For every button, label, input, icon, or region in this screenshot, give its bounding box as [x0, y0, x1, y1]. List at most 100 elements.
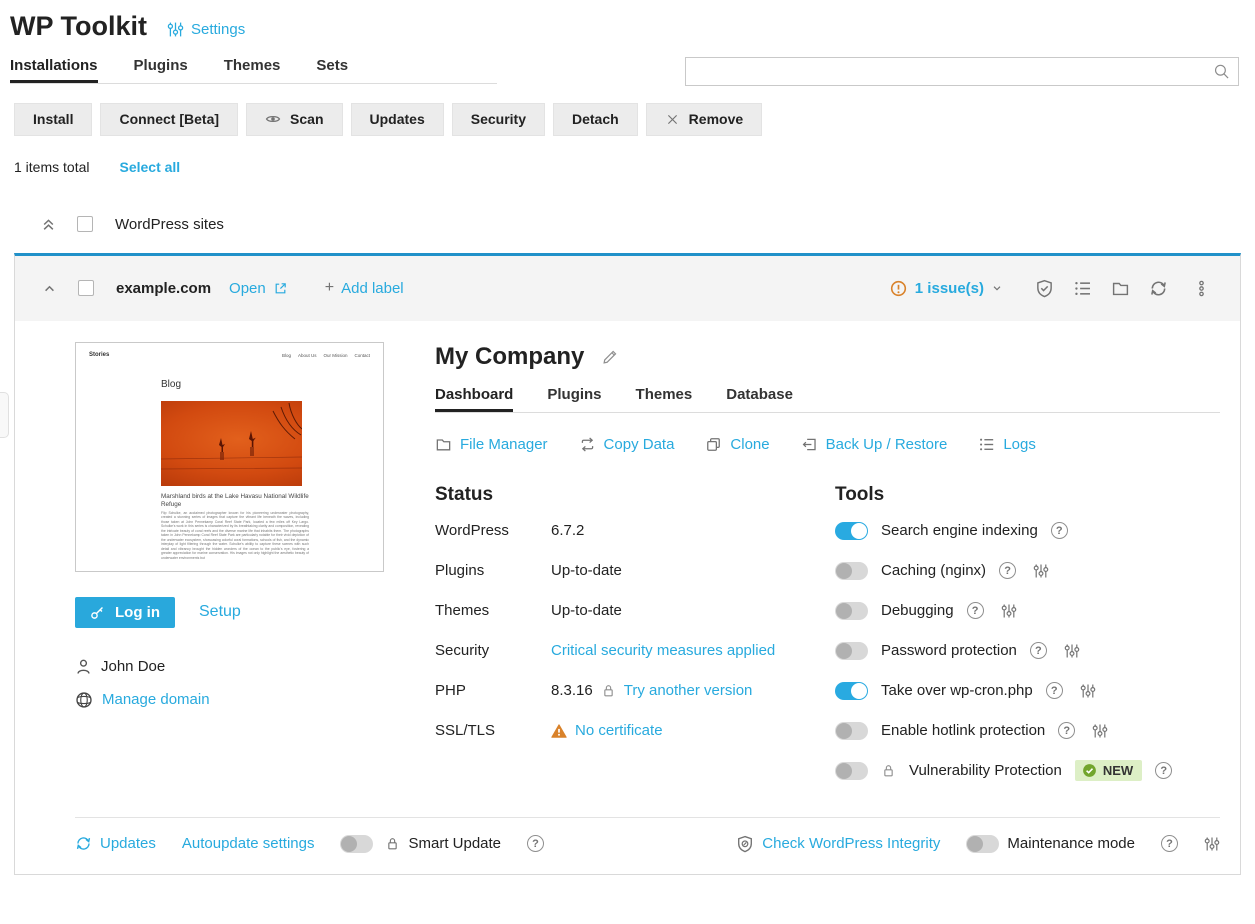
search-icon[interactable]	[1213, 63, 1230, 80]
tools-heading: Tools	[835, 484, 1220, 506]
site-card-body: Stories Blog About Us Our Mission Contac…	[15, 321, 1240, 791]
site-preview[interactable]: Stories Blog About Us Our Mission Contac…	[75, 342, 384, 572]
list-icon	[1073, 279, 1092, 298]
connect-button[interactable]: Connect [Beta]	[100, 103, 238, 136]
items-count: 1 items total	[14, 159, 89, 175]
sidebar-collapse-handle[interactable]	[0, 392, 9, 438]
status-row-php: PHP 8.3.16 Try another version	[435, 671, 835, 711]
tab-plugins[interactable]: Plugins	[134, 57, 188, 83]
tab-site-database[interactable]: Database	[726, 386, 793, 412]
edit-title-icon[interactable]	[601, 348, 619, 366]
check-circle-icon	[1082, 763, 1097, 778]
tab-site-plugins[interactable]: Plugins	[547, 386, 601, 412]
tab-installations[interactable]: Installations	[10, 57, 98, 83]
status-section: Status WordPress 6.7.2 Plugins Up-to-dat…	[435, 484, 835, 791]
backup-restore-link[interactable]: Back Up / Restore	[801, 436, 948, 453]
help-icon[interactable]: ?	[1161, 835, 1178, 852]
tab-sets[interactable]: Sets	[316, 57, 348, 83]
ssl-certificate-link[interactable]: No certificate	[575, 722, 663, 739]
scan-button[interactable]: Scan	[246, 103, 342, 136]
debugging-toggle[interactable]	[835, 602, 868, 620]
updates-button[interactable]: Updates	[351, 103, 444, 136]
manage-domain-link[interactable]: Manage domain	[75, 691, 385, 709]
tab-themes[interactable]: Themes	[224, 57, 281, 83]
security-check-button[interactable]	[1035, 279, 1054, 298]
settings-link[interactable]: Settings	[167, 21, 245, 42]
backup-icon	[801, 436, 818, 453]
help-icon[interactable]: ?	[1058, 722, 1075, 739]
tab-dashboard[interactable]: Dashboard	[435, 386, 513, 412]
sliders-icon[interactable]	[1204, 836, 1220, 852]
setup-link[interactable]: Setup	[199, 603, 241, 621]
security-button[interactable]: Security	[452, 103, 545, 136]
preview-excerpt: Flip Schulke, an acclaimed photographer …	[161, 511, 309, 560]
password-protection-toggle[interactable]	[835, 642, 868, 660]
smart-update-label: Smart Update	[408, 835, 501, 852]
caching-toggle[interactable]	[835, 562, 868, 580]
clone-link[interactable]: Clone	[705, 436, 769, 453]
install-button[interactable]: Install	[14, 103, 92, 136]
list-icon	[978, 436, 995, 453]
smart-update-toggle[interactable]	[340, 835, 373, 853]
sliders-icon[interactable]	[1064, 643, 1080, 659]
app-header: WP Toolkit Settings	[0, 0, 1255, 42]
copy-data-link[interactable]: Copy Data	[579, 436, 675, 453]
help-icon[interactable]: ?	[999, 562, 1016, 579]
help-icon[interactable]: ?	[1155, 762, 1172, 779]
tab-site-themes[interactable]: Themes	[636, 386, 693, 412]
help-icon[interactable]: ?	[527, 835, 544, 852]
alert-circle-icon	[890, 280, 907, 297]
more-menu-button[interactable]	[1193, 280, 1210, 297]
wp-cron-toggle[interactable]	[835, 682, 868, 700]
open-site-link[interactable]: Open	[229, 280, 287, 297]
sliders-icon[interactable]	[1092, 723, 1108, 739]
status-row-plugins: Plugins Up-to-date	[435, 551, 835, 591]
help-icon[interactable]: ?	[1046, 682, 1063, 699]
updates-link[interactable]: Updates	[75, 835, 156, 852]
owner-name: John Doe	[101, 658, 165, 675]
sync-icon	[1149, 279, 1168, 298]
file-manager-button[interactable]	[1111, 279, 1130, 298]
integrity-shield-icon	[736, 835, 754, 853]
hotlink-protection-toggle[interactable]	[835, 722, 868, 740]
sliders-icon[interactable]	[1080, 683, 1096, 699]
file-manager-link[interactable]: File Manager	[435, 436, 548, 453]
group-checkbox[interactable]	[77, 216, 93, 232]
issues-dropdown[interactable]: 1 issue(s)	[890, 280, 1002, 297]
sliders-icon[interactable]	[1033, 563, 1049, 579]
help-icon[interactable]: ?	[1030, 642, 1047, 659]
clone-icon	[705, 436, 722, 453]
site-detail-tabs: Dashboard Plugins Themes Database	[435, 386, 1220, 413]
add-label-button[interactable]: + Add label	[325, 279, 404, 297]
eye-icon	[265, 111, 281, 127]
collapse-all-icon[interactable]	[42, 218, 55, 231]
logs-link[interactable]: Logs	[978, 436, 1036, 453]
remove-button[interactable]: Remove	[646, 103, 762, 136]
select-all-link[interactable]: Select all	[119, 159, 180, 175]
check-integrity-link[interactable]: Check WordPress Integrity	[736, 835, 940, 853]
help-icon[interactable]: ?	[967, 602, 984, 619]
search-indexing-toggle[interactable]	[835, 522, 868, 540]
vulnerability-protection-toggle[interactable]	[835, 762, 868, 780]
new-badge: NEW	[1075, 760, 1142, 781]
search-input[interactable]	[686, 58, 1213, 85]
tool-row-search-indexing: Search engine indexing ?	[835, 511, 1220, 551]
external-link-icon	[273, 281, 287, 295]
maintenance-mode-toggle[interactable]	[966, 835, 999, 853]
lock-icon	[881, 763, 896, 778]
detach-button[interactable]: Detach	[553, 103, 638, 136]
collapse-card-icon[interactable]	[43, 282, 56, 295]
login-button[interactable]: Log in	[75, 597, 175, 628]
help-icon[interactable]: ?	[1051, 522, 1068, 539]
sliders-icon[interactable]	[1001, 603, 1017, 619]
close-icon	[665, 112, 680, 127]
sliders-icon	[167, 21, 184, 38]
shield-check-icon	[1035, 279, 1054, 298]
site-card: example.com Open + Add label 1 issue(s)	[14, 253, 1241, 875]
php-version-link[interactable]: Try another version	[624, 682, 753, 699]
refresh-button[interactable]	[1149, 279, 1168, 298]
logs-button[interactable]	[1073, 279, 1092, 298]
autoupdate-settings-link[interactable]: Autoupdate settings	[182, 835, 315, 852]
site-checkbox[interactable]	[78, 280, 94, 296]
security-status-link[interactable]: Critical security measures applied	[551, 642, 775, 659]
